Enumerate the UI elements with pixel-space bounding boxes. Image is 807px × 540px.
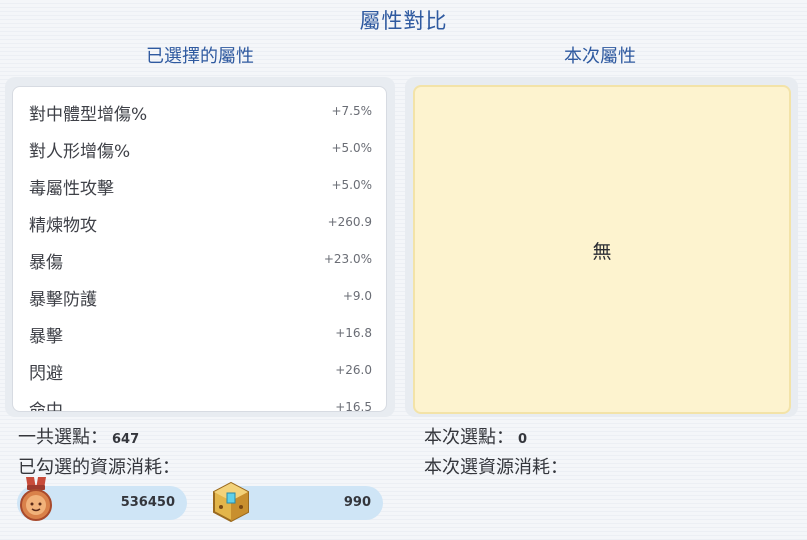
attribute-name: 暴擊防護 [29,290,97,310]
attribute-row: 毒屬性攻擊 +5.0% [13,169,386,206]
current-attributes-heading: 本次屬性 [564,46,636,67]
current-resources-label: 本次選資源消耗： [424,457,568,478]
attribute-value: +16.5 [335,400,372,412]
resource-value: 536450 [120,495,175,510]
attribute-value: +5.0% [331,178,372,192]
attribute-name: 精煉物攻 [29,216,97,236]
attribute-row: 對人形增傷% +5.0% [13,132,386,169]
attribute-value: +260.9 [327,215,372,229]
total-points: 一共選點： 647 [18,423,139,449]
attribute-value: +23.0% [323,252,372,266]
selected-resources-label: 已勾選的資源消耗： [18,457,180,478]
current-points-label: 本次選點： [424,427,514,448]
attribute-name: 暴擊 [29,327,63,347]
resource-value: 990 [343,495,371,510]
current-points: 本次選點： 0 [424,423,527,449]
attribute-row: 精煉物攻 +260.9 [13,206,386,243]
attribute-name: 暴傷 [29,253,63,273]
attribute-name: 對人形增傷% [29,142,131,162]
current-points-value: 0 [518,432,528,447]
total-points-value: 647 [112,432,140,447]
selected-attributes-heading: 已選擇的屬性 [146,46,254,67]
attribute-name: 對中體型增傷% [29,105,148,125]
attribute-row: 閃避 +26.0 [13,354,386,391]
attribute-value: +26.0 [335,363,372,377]
attribute-value: +16.8 [335,326,372,340]
medal-icon [18,477,54,529]
attribute-value: +7.5% [331,104,372,118]
attribute-name: 命中 [29,401,63,412]
gold-cube-icon [210,481,252,529]
attribute-row: 對中體型增傷% +7.5% [13,95,386,132]
page-title: 屬性對比 [359,9,448,33]
attribute-name: 毒屬性攻擊 [29,179,114,199]
attribute-row: 暴擊 +16.8 [13,317,386,354]
attribute-value: +5.0% [331,141,372,155]
current-attributes-box: 無 [413,85,791,414]
attribute-value: +9.0 [342,289,372,303]
selected-attributes-list[interactable]: 對中體型增傷% +7.5% 對人形增傷% +5.0% 毒屬性攻擊 +5.0% 精… [12,86,387,412]
attribute-row: 暴傷 +23.0% [13,243,386,280]
attribute-row: 命中 +16.5 [13,391,386,412]
empty-text: 無 [592,241,612,263]
attribute-name: 閃避 [29,364,63,384]
attribute-row: 暴擊防護 +9.0 [13,280,386,317]
total-points-label: 一共選點： [18,427,108,448]
